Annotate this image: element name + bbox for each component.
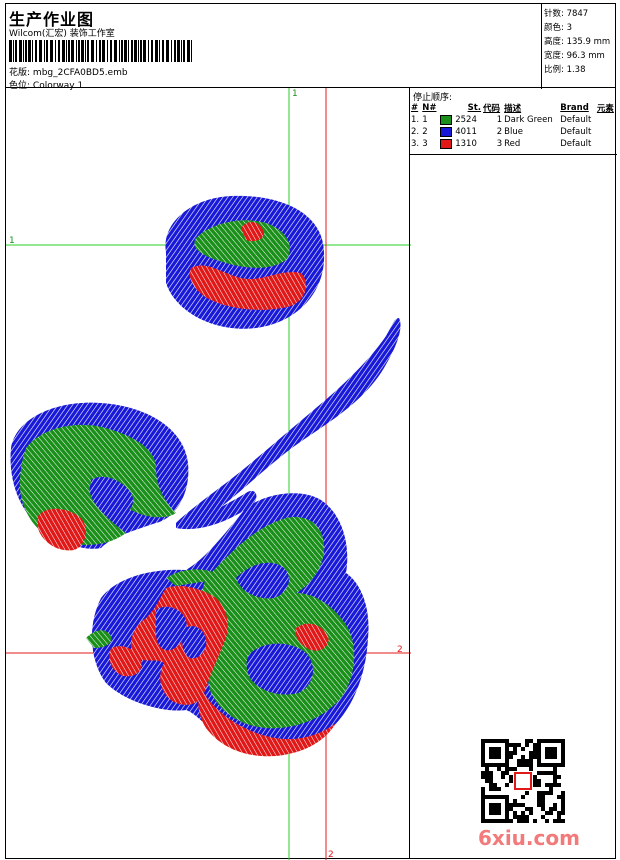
guide-label-1-top: 1 (292, 89, 298, 99)
row-needle: 1 (422, 115, 428, 125)
stop-sequence-table: # N# St. 代码 描述 Brand 元素 1. 1 2524 1 Dark Gre… (410, 102, 617, 150)
top-fruit-motif (165, 195, 325, 329)
qr-code-icon (481, 739, 565, 823)
table-header-row: # N# St. 代码 描述 Brand 元素 (410, 102, 617, 114)
design-file-row: 花版: mbg_2CFA0BD5.emb (9, 65, 128, 78)
design-scale: 比例: 1.38 (544, 65, 586, 75)
color-count: 颜色: 3 (544, 23, 572, 33)
row-num: 3. (411, 139, 420, 149)
row-needle: 3 (422, 139, 428, 149)
table-row: 2. 2 4011 2 Blue Default (410, 126, 617, 138)
color-swatch-icon (440, 114, 453, 125)
table-row: 1. 1 2524 1 Dark Green Default (410, 114, 617, 126)
row-stitches: 1310 (439, 138, 482, 150)
design-file-name: mbg_2CFA0BD5.emb (32, 68, 128, 78)
col-header-desc: 描述 (504, 104, 522, 114)
row-code: 3 (496, 139, 503, 149)
row-desc: Red (504, 139, 521, 149)
row-brand: Default (560, 127, 592, 137)
left-leaf-motif (10, 402, 189, 551)
embroidery-preview: 1 1 2 2 (6, 88, 411, 860)
guide-label-2-bottom: 2 (328, 850, 334, 860)
site-logo: 6xiu.com (478, 826, 580, 850)
row-brand: Default (560, 115, 592, 125)
col-header-element: 元素 (596, 104, 614, 114)
row-stitches: 4011 (439, 126, 482, 138)
design-file-label: 花版: (9, 68, 31, 78)
stats-panel: 针数: 7847 颜色: 3 高度: 135.9 mm 宽度: 96.3 mm … (541, 4, 617, 89)
col-header-code: 代码 (483, 104, 501, 114)
guide-label-2-right: 2 (397, 645, 403, 655)
row-element (596, 114, 617, 126)
row-desc: Blue (504, 127, 523, 137)
table-row: 3. 3 1310 3 Red Default (410, 138, 617, 150)
bottom-fruit-motif (86, 493, 369, 757)
row-num: 2. (411, 127, 420, 137)
color-swatch-icon (440, 138, 453, 149)
guide-label-1-left: 1 (9, 236, 15, 246)
color-swatch-icon (440, 126, 453, 137)
row-brand: Default (560, 139, 592, 149)
row-code: 1 (496, 115, 503, 125)
col-header-needle: N# (422, 103, 437, 113)
col-header-brand: Brand (560, 103, 589, 113)
col-header-stitches: St. (467, 103, 482, 113)
row-element (596, 138, 617, 150)
row-num: 1. (411, 115, 420, 125)
design-canvas[interactable]: 1 1 2 2 (5, 87, 411, 860)
col-header-num: # (411, 103, 419, 113)
side-divider (410, 154, 617, 155)
header-panel: 生产作业图 Wilcom(汇宏) 装饰工作室 花版: mbg_2CFA0BD5.… (5, 3, 617, 91)
stitch-count: 针数: 7847 (544, 9, 589, 19)
row-needle: 2 (422, 127, 428, 137)
barcode-icon (9, 40, 192, 62)
row-stitches: 2524 (439, 114, 482, 126)
row-element (596, 126, 617, 138)
design-height: 高度: 135.9 mm (544, 37, 611, 47)
studio-name: Wilcom(汇宏) 装饰工作室 (9, 29, 115, 39)
stitch-count-value: 2524 (455, 115, 477, 126)
stitch-count-value: 4011 (455, 127, 477, 138)
stitch-count-value: 1310 (455, 139, 477, 150)
row-code: 2 (496, 127, 503, 137)
row-desc: Dark Green (504, 115, 553, 125)
design-width: 宽度: 96.3 mm (544, 51, 605, 61)
